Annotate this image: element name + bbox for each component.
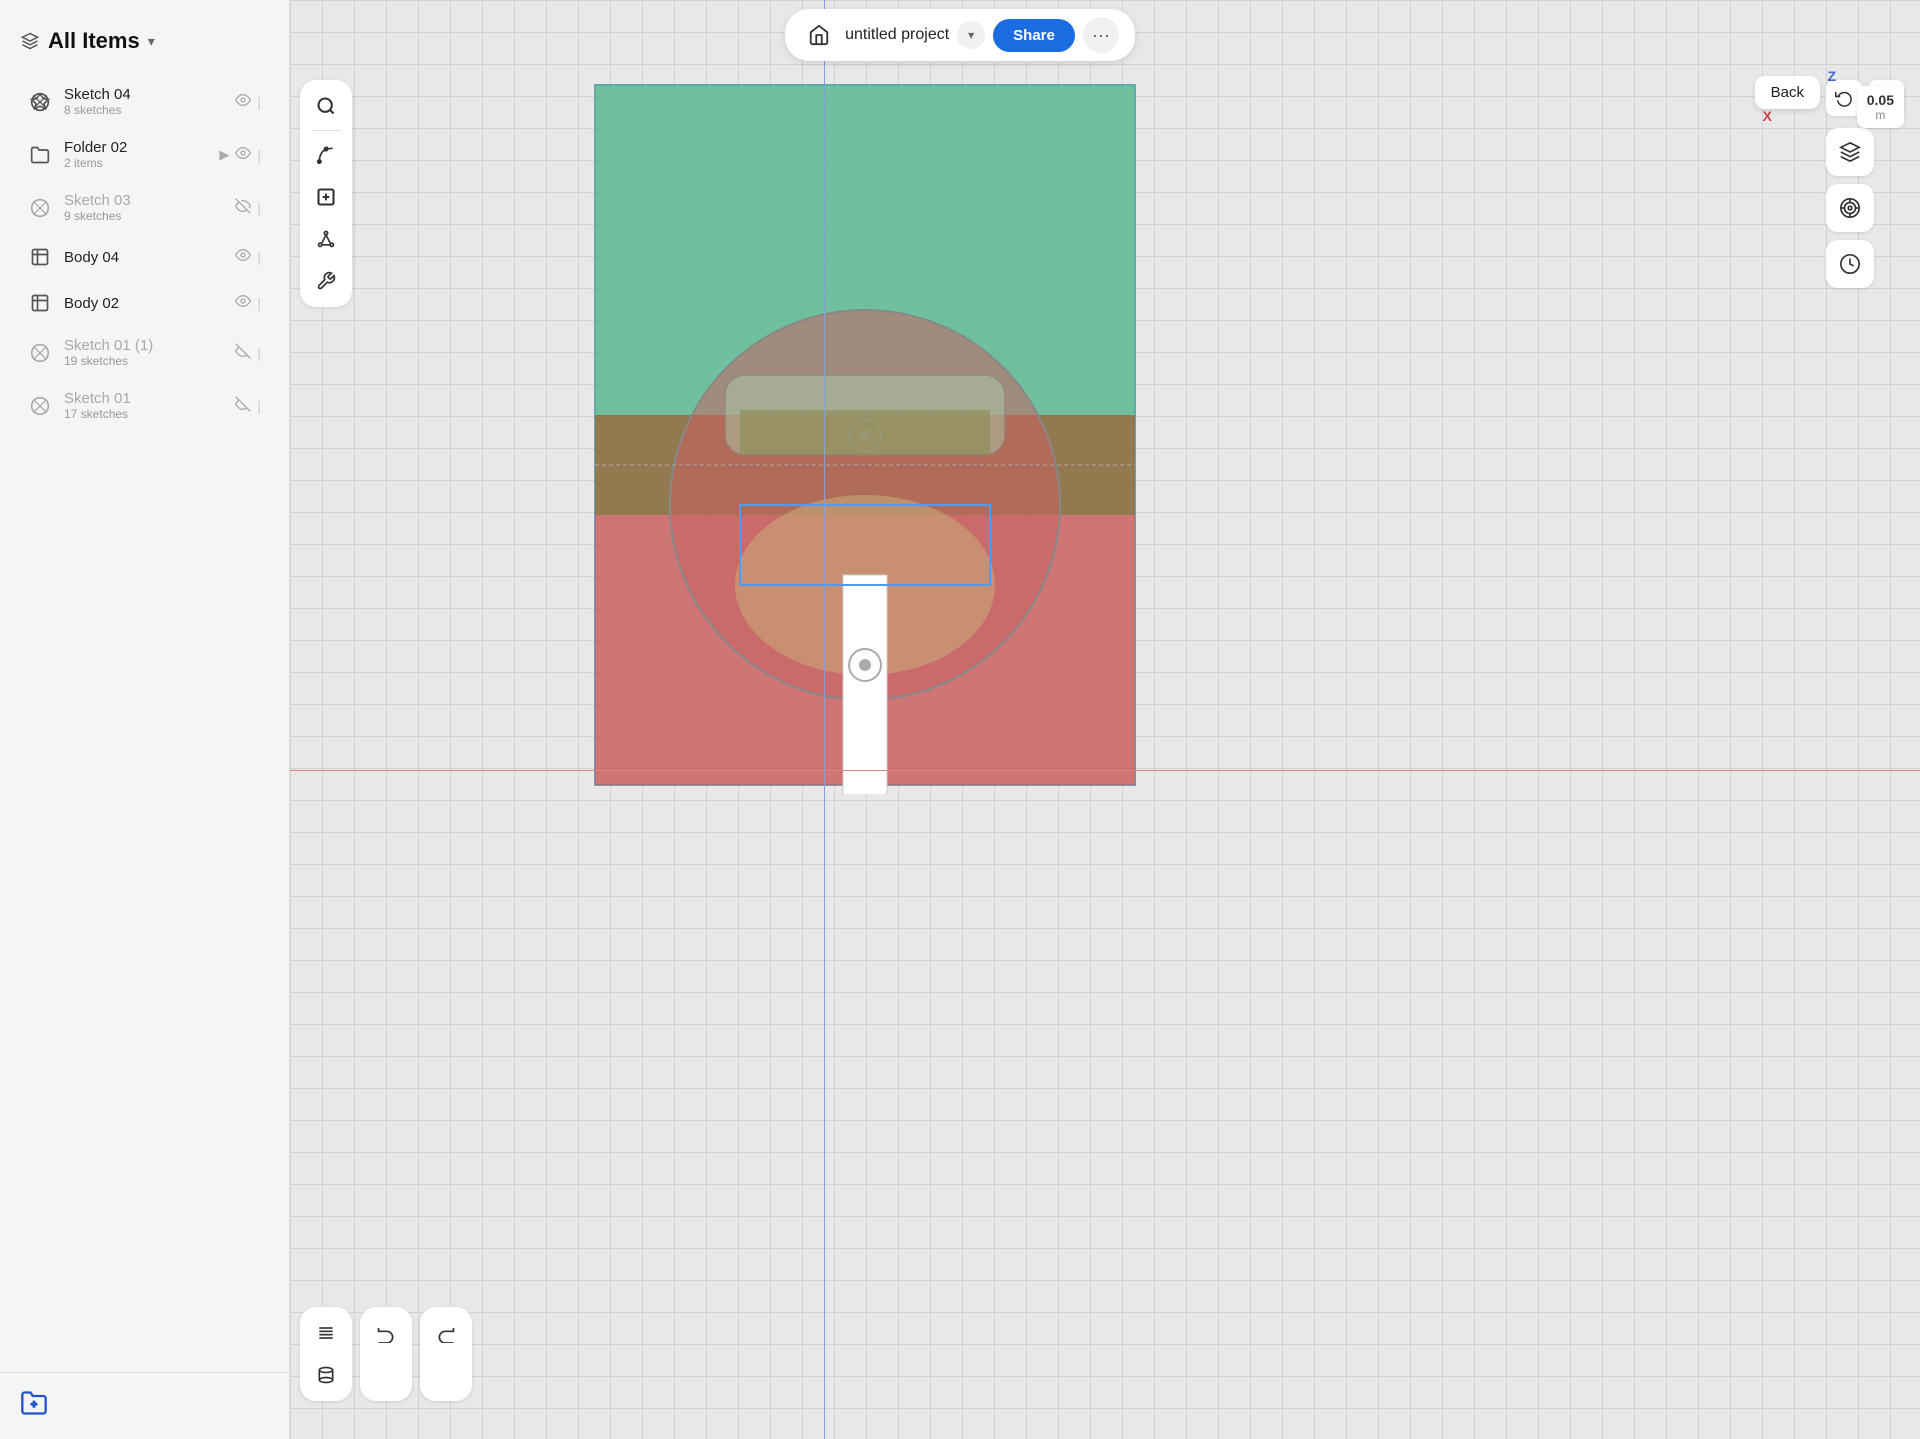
target-button[interactable] [1826, 184, 1874, 232]
scale-value: 0.05 [1867, 92, 1894, 108]
item-info-sketch04: Sketch 04 8 sketches [64, 86, 223, 117]
toolbar-separator-1 [312, 130, 340, 131]
clock-button[interactable] [1826, 240, 1874, 288]
divider-sketch01-1: | [257, 345, 261, 361]
item-name-sketch04: Sketch 04 [64, 86, 223, 103]
hidden-icon-sketch03[interactable] [235, 198, 251, 218]
item-name-sketch01-1: Sketch 01 (1) [64, 337, 223, 354]
scale-indicator: 0.05 m [1857, 86, 1904, 128]
sketch-icon-01 [28, 394, 52, 418]
x-axis-label: X [1763, 108, 1772, 124]
redo-button[interactable] [426, 1313, 466, 1353]
back-button[interactable]: Back [1755, 76, 1820, 109]
divider-sketch03: | [257, 200, 261, 216]
divider-sketch04: | [257, 94, 261, 110]
item-name-sketch03: Sketch 03 [64, 192, 223, 209]
item-info-body02: Body 02 [64, 295, 223, 312]
item-actions-sketch01: | [235, 396, 261, 416]
item-info-sketch01-1: Sketch 01 (1) 19 sketches [64, 337, 223, 368]
visibility-icon-body04[interactable] [235, 247, 251, 267]
x-axis-line [290, 770, 1920, 771]
open-folder-button[interactable] [20, 1389, 269, 1423]
hidden-icon-sketch01-1[interactable] [235, 343, 251, 363]
sidebar-item-sketch01[interactable]: Sketch 01 17 sketches | [8, 380, 281, 431]
sidebar-footer [0, 1372, 289, 1439]
sidebar-item-sketch01-1[interactable]: Sketch 01 (1) 19 sketches | [8, 327, 281, 378]
item-info-sketch03: Sketch 03 9 sketches [64, 192, 223, 223]
wrench-tool-button[interactable] [306, 261, 346, 301]
sidebar-item-body04[interactable]: Body 04 | [8, 235, 281, 279]
item-actions-sketch04: | [235, 92, 261, 112]
item-sub-sketch01-1: 19 sketches [64, 354, 223, 368]
main-drawing [585, 75, 1145, 795]
item-actions-sketch03: | [235, 198, 261, 218]
visibility-icon-folder02[interactable] [235, 145, 251, 165]
home-button[interactable] [801, 17, 837, 53]
toolbar-redo [420, 1307, 472, 1401]
main-layout: All Items ▾ Sketch 04 8 sketches [0, 0, 1920, 1439]
sidebar-item-body02[interactable]: Body 02 | [8, 281, 281, 325]
divider-body02: | [257, 295, 261, 311]
item-sub-sketch03: 9 sketches [64, 209, 223, 223]
project-name: untitled project [845, 26, 949, 44]
share-button[interactable]: Share [993, 19, 1075, 52]
item-sub-folder02: 2 items [64, 156, 207, 170]
top-bar-center: untitled project ▾ Share ··· [785, 9, 1135, 61]
toolbar-bottom-left [300, 1307, 352, 1401]
folder-expand-icon[interactable]: ▶ [219, 147, 229, 163]
item-actions-body02: | [235, 293, 261, 313]
item-sub-sketch01: 17 sketches [64, 407, 223, 421]
item-info-sketch01: Sketch 01 17 sketches [64, 390, 223, 421]
sketch-icon-01-1 [28, 341, 52, 365]
sketch-icon-03 [28, 196, 52, 220]
3d-view-button[interactable] [1826, 128, 1874, 176]
item-actions-body04: | [235, 247, 261, 267]
item-name-sketch01: Sketch 01 [64, 390, 223, 407]
item-name-body04: Body 04 [64, 249, 223, 266]
hidden-icon-sketch01[interactable] [235, 396, 251, 416]
item-info-body04: Body 04 [64, 249, 223, 266]
arc-tool-button[interactable] [306, 135, 346, 175]
top-bar: untitled project ▾ Share ··· [0, 0, 1920, 70]
undo-button[interactable] [366, 1313, 406, 1353]
toolbar-top-section [300, 80, 352, 307]
divider-folder02: | [257, 147, 261, 163]
visibility-icon-sketch04[interactable] [235, 92, 251, 112]
z-axis-label: Z [1827, 68, 1836, 84]
project-dropdown-button[interactable]: ▾ [957, 21, 985, 49]
sidebar-item-folder02[interactable]: Folder 02 2 items ▶ | [8, 129, 281, 180]
item-name-body02: Body 02 [64, 295, 223, 312]
canvas-area[interactable]: Back 0.05 m Z X [290, 0, 1920, 1439]
body-icon-02 [28, 291, 52, 315]
folder-icon [28, 143, 52, 167]
sidebar-list: Sketch 04 8 sketches | [0, 70, 289, 1372]
toolbar-undo [360, 1307, 412, 1401]
divider-body04: | [257, 249, 261, 265]
body-icon-04 [28, 245, 52, 269]
visibility-icon-body02[interactable] [235, 293, 251, 313]
lines-tool-button[interactable] [306, 1313, 346, 1353]
transform-tool-button[interactable] [306, 219, 346, 259]
sidebar-item-sketch04[interactable]: Sketch 04 8 sketches | [8, 76, 281, 127]
sidebar: All Items ▾ Sketch 04 8 sketches [0, 0, 290, 1439]
item-name-folder02: Folder 02 [64, 139, 207, 156]
item-info-folder02: Folder 02 2 items [64, 139, 207, 170]
more-options-button[interactable]: ··· [1083, 17, 1119, 53]
divider-sketch01: | [257, 398, 261, 414]
item-sub-sketch04: 8 sketches [64, 103, 223, 117]
cylinder-tool-button[interactable] [306, 1355, 346, 1395]
y-axis-line [824, 0, 825, 1439]
scale-unit: m [1867, 108, 1894, 122]
item-actions-sketch01-1: | [235, 343, 261, 363]
sketch-icon [28, 90, 52, 114]
sidebar-item-sketch03[interactable]: Sketch 03 9 sketches | [8, 182, 281, 233]
add-tool-button[interactable] [306, 177, 346, 217]
search-tool-button[interactable] [306, 86, 346, 126]
item-actions-folder02: ▶ | [219, 145, 261, 165]
